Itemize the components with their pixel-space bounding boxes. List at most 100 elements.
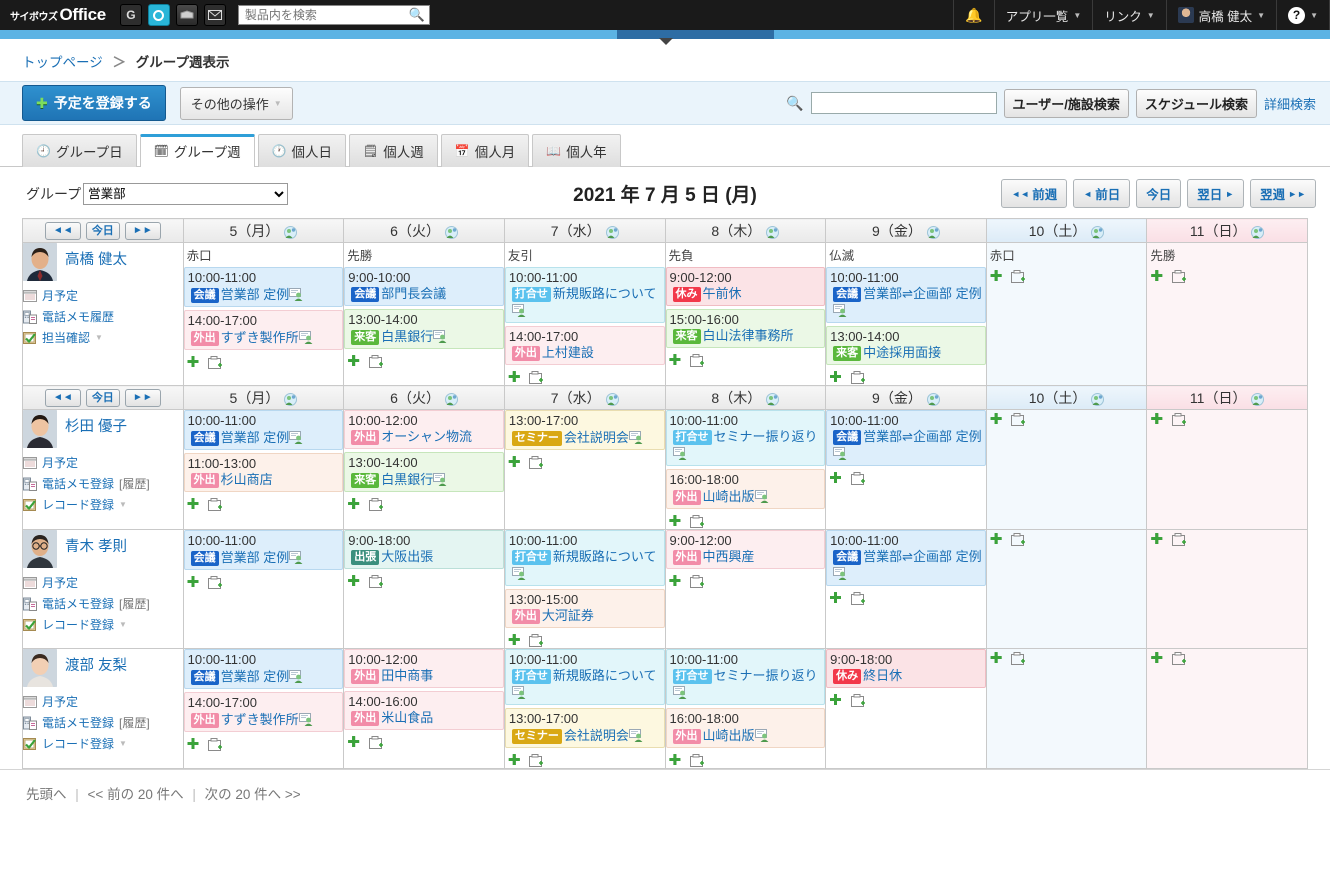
day-cell[interactable]: ✚ xyxy=(985,409,1148,530)
add-schedule-icon[interactable]: ✚ xyxy=(669,514,682,529)
product-search-input[interactable] xyxy=(242,7,425,23)
breadcrumb-home-link[interactable]: トップページ xyxy=(22,55,103,70)
day-header-1[interactable]: 6（火） xyxy=(343,385,505,410)
schedule-event[interactable]: 10:00-11:00 打合せ 新規販路について xyxy=(504,649,665,705)
event-title[interactable]: セミナー振り返り xyxy=(714,429,818,444)
event-title[interactable]: 白黒銀行 xyxy=(381,329,433,344)
add-with-template-icon[interactable] xyxy=(1011,533,1027,547)
day-cell[interactable]: 10:00-12:00 外出 オーシャン物流 13:00-14:00 来客 白黒銀行 ✚ xyxy=(343,409,505,530)
day-cell[interactable]: 10:00-11:00 会議 営業部 定例 11:00-13:00 外出 杉山商店 ✚ xyxy=(182,409,345,530)
day-cell[interactable]: 10:00-11:00 打合せ セミナー振り返り 16:00-18:00 外出 山崎出版 ✚ xyxy=(664,648,827,769)
event-title[interactable]: 午前休 xyxy=(703,286,742,301)
add-schedule-icon[interactable]: ✚ xyxy=(347,497,360,512)
event-title[interactable]: 部門長会議 xyxy=(381,286,446,301)
schedule-search-button[interactable]: スケジュール検索 xyxy=(1135,88,1257,118)
day-cell[interactable]: ✚ xyxy=(1146,529,1308,649)
day-header-3[interactable]: 8（木） xyxy=(664,385,827,410)
schedule-event[interactable]: 9:00-10:00 会議 部門長会議 xyxy=(344,267,504,306)
schedule-event[interactable]: 9:00-18:00 休み 終日休 xyxy=(826,649,986,688)
add-with-template-icon[interactable] xyxy=(690,575,706,589)
schedule-search-input[interactable] xyxy=(810,92,997,114)
date-nav-1[interactable]: ◄ 前日 xyxy=(1073,179,1131,208)
add-schedule-icon[interactable]: ✚ xyxy=(187,737,200,752)
add-with-template-icon[interactable] xyxy=(850,472,867,486)
day-header-6[interactable]: 11（日） xyxy=(1146,385,1308,410)
tab-group-day[interactable]: 🕘 グループ日 xyxy=(22,134,137,167)
notifications-button[interactable]: 🔔 xyxy=(953,0,993,30)
event-title[interactable]: 営業部 定例 xyxy=(221,550,290,565)
add-schedule-icon[interactable]: ✚ xyxy=(1150,412,1163,427)
day-cell[interactable]: 9:00-18:00 出張 大阪出張 ✚ xyxy=(343,529,505,649)
schedule-event[interactable]: 10:00-11:00 会議 営業部 定例 xyxy=(183,267,344,307)
garoon-icon[interactable]: G xyxy=(119,4,142,26)
next-20-link[interactable]: 次の 20 件へ >> xyxy=(205,787,301,802)
user-link[interactable]: 電話メモ登録 [履歴] xyxy=(23,475,183,492)
day-cell[interactable]: 10:00-11:00 打合せ 新規販路について 13:00-15:00 外出 大河証券 ✚ xyxy=(503,529,666,649)
event-title[interactable]: すずき製作所 xyxy=(221,712,299,727)
schedule-event[interactable]: 10:00-11:00 会議 営業部 定例 xyxy=(183,649,344,689)
schedule-event[interactable]: 16:00-18:00 外出 山崎出版 xyxy=(665,469,826,509)
day-header-0[interactable]: 5（月） xyxy=(182,385,345,410)
register-schedule-button[interactable]: ✚ 予定を登録する xyxy=(22,85,166,121)
add-with-template-icon[interactable] xyxy=(1171,413,1188,427)
day-cell[interactable]: ✚ xyxy=(1146,648,1308,769)
add-schedule-icon[interactable]: ✚ xyxy=(187,575,200,590)
user-link-sub[interactable]: [履歴] xyxy=(119,475,150,492)
schedule-event[interactable]: 16:00-18:00 外出 山崎出版 xyxy=(665,708,826,748)
event-title[interactable]: 新規販路について xyxy=(553,549,657,564)
mailwise-icon[interactable] xyxy=(175,4,198,26)
add-with-template-icon[interactable] xyxy=(690,754,706,768)
event-title[interactable]: セミナー振り返り xyxy=(714,668,818,683)
schedule-event[interactable]: 13:00-14:00 来客 白黒銀行 xyxy=(344,452,504,492)
add-with-template-icon[interactable] xyxy=(1171,270,1188,284)
link-menu[interactable]: リンク ▼ xyxy=(1092,0,1165,30)
event-title[interactable]: 新規販路について xyxy=(553,668,657,683)
event-title[interactable]: 会社説明会 xyxy=(564,430,629,445)
event-title[interactable]: 新規販路について xyxy=(553,286,657,301)
event-title[interactable]: 田中商事 xyxy=(381,668,433,683)
other-operations-button[interactable]: その他の操作 ▼ xyxy=(179,86,293,120)
day-header-4[interactable]: 9（金） xyxy=(825,218,987,243)
user-link-sub[interactable]: [履歴] xyxy=(119,595,150,612)
user-name-link[interactable]: 杉田 優子 xyxy=(65,410,127,436)
day-cell[interactable]: 10:00-12:00 外出 田中商事 14:00-16:00 外出 米山食品 ✚ xyxy=(343,648,505,769)
user-link[interactable]: レコード登録 ▼ xyxy=(23,496,183,513)
day-cell[interactable]: ✚ xyxy=(985,648,1148,769)
add-with-template-icon[interactable] xyxy=(208,498,224,512)
add-with-template-icon[interactable] xyxy=(368,575,385,589)
add-schedule-icon[interactable]: ✚ xyxy=(829,693,842,708)
add-schedule-icon[interactable]: ✚ xyxy=(669,753,682,768)
app-list-menu[interactable]: アプリ一覧 ▼ xyxy=(993,0,1092,30)
schedule-event[interactable]: 11:00-13:00 外出 杉山商店 xyxy=(183,453,344,492)
user-link[interactable]: 月予定 xyxy=(23,454,183,471)
day-header-2[interactable]: 7（水） xyxy=(503,218,666,243)
detail-search-link[interactable]: 詳細検索 xyxy=(1264,94,1316,113)
add-schedule-icon[interactable]: ✚ xyxy=(347,354,360,369)
event-title[interactable]: 中途採用面接 xyxy=(863,345,941,360)
event-title[interactable]: 白黒銀行 xyxy=(381,472,433,487)
add-schedule-icon[interactable]: ✚ xyxy=(508,753,521,768)
add-with-template-icon[interactable] xyxy=(850,371,867,385)
add-with-template-icon[interactable] xyxy=(1011,652,1027,666)
add-with-template-icon[interactable] xyxy=(529,371,545,385)
user-link-sub[interactable]: [履歴] xyxy=(119,714,150,731)
event-title[interactable]: 中西興産 xyxy=(703,549,755,564)
user-facility-search-button[interactable]: ユーザー/施設検索 xyxy=(1003,88,1129,118)
add-with-template-icon[interactable] xyxy=(1011,413,1027,427)
add-schedule-icon[interactable]: ✚ xyxy=(347,735,360,750)
day-cell[interactable]: 友引 10:00-11:00 打合せ 新規販路について 14:00-17:00 外出 上村建… xyxy=(503,242,666,386)
schedule-event[interactable]: 14:00-16:00 外出 米山食品 xyxy=(344,691,504,730)
event-title[interactable]: 営業部⇌企画部 定例 xyxy=(863,286,982,301)
user-link[interactable]: レコード登録 ▼ xyxy=(23,616,183,633)
add-schedule-icon[interactable]: ✚ xyxy=(1150,651,1163,666)
add-schedule-icon[interactable]: ✚ xyxy=(669,574,682,589)
add-with-template-icon[interactable] xyxy=(368,498,385,512)
event-title[interactable]: 上村建設 xyxy=(542,345,594,360)
schedule-event[interactable]: 13:00-15:00 外出 大河証券 xyxy=(504,589,665,628)
event-title[interactable]: 大阪出張 xyxy=(381,549,433,564)
day-header-0[interactable]: 5（月） xyxy=(182,218,345,243)
day-cell[interactable]: 9:00-18:00 休み 終日休 ✚ xyxy=(825,648,987,769)
product-search-box[interactable]: 🔍 xyxy=(237,5,430,25)
day-cell[interactable]: 9:00-12:00 外出 中西興産 ✚ xyxy=(664,529,827,649)
day-header-5[interactable]: 10（土） xyxy=(985,218,1148,243)
